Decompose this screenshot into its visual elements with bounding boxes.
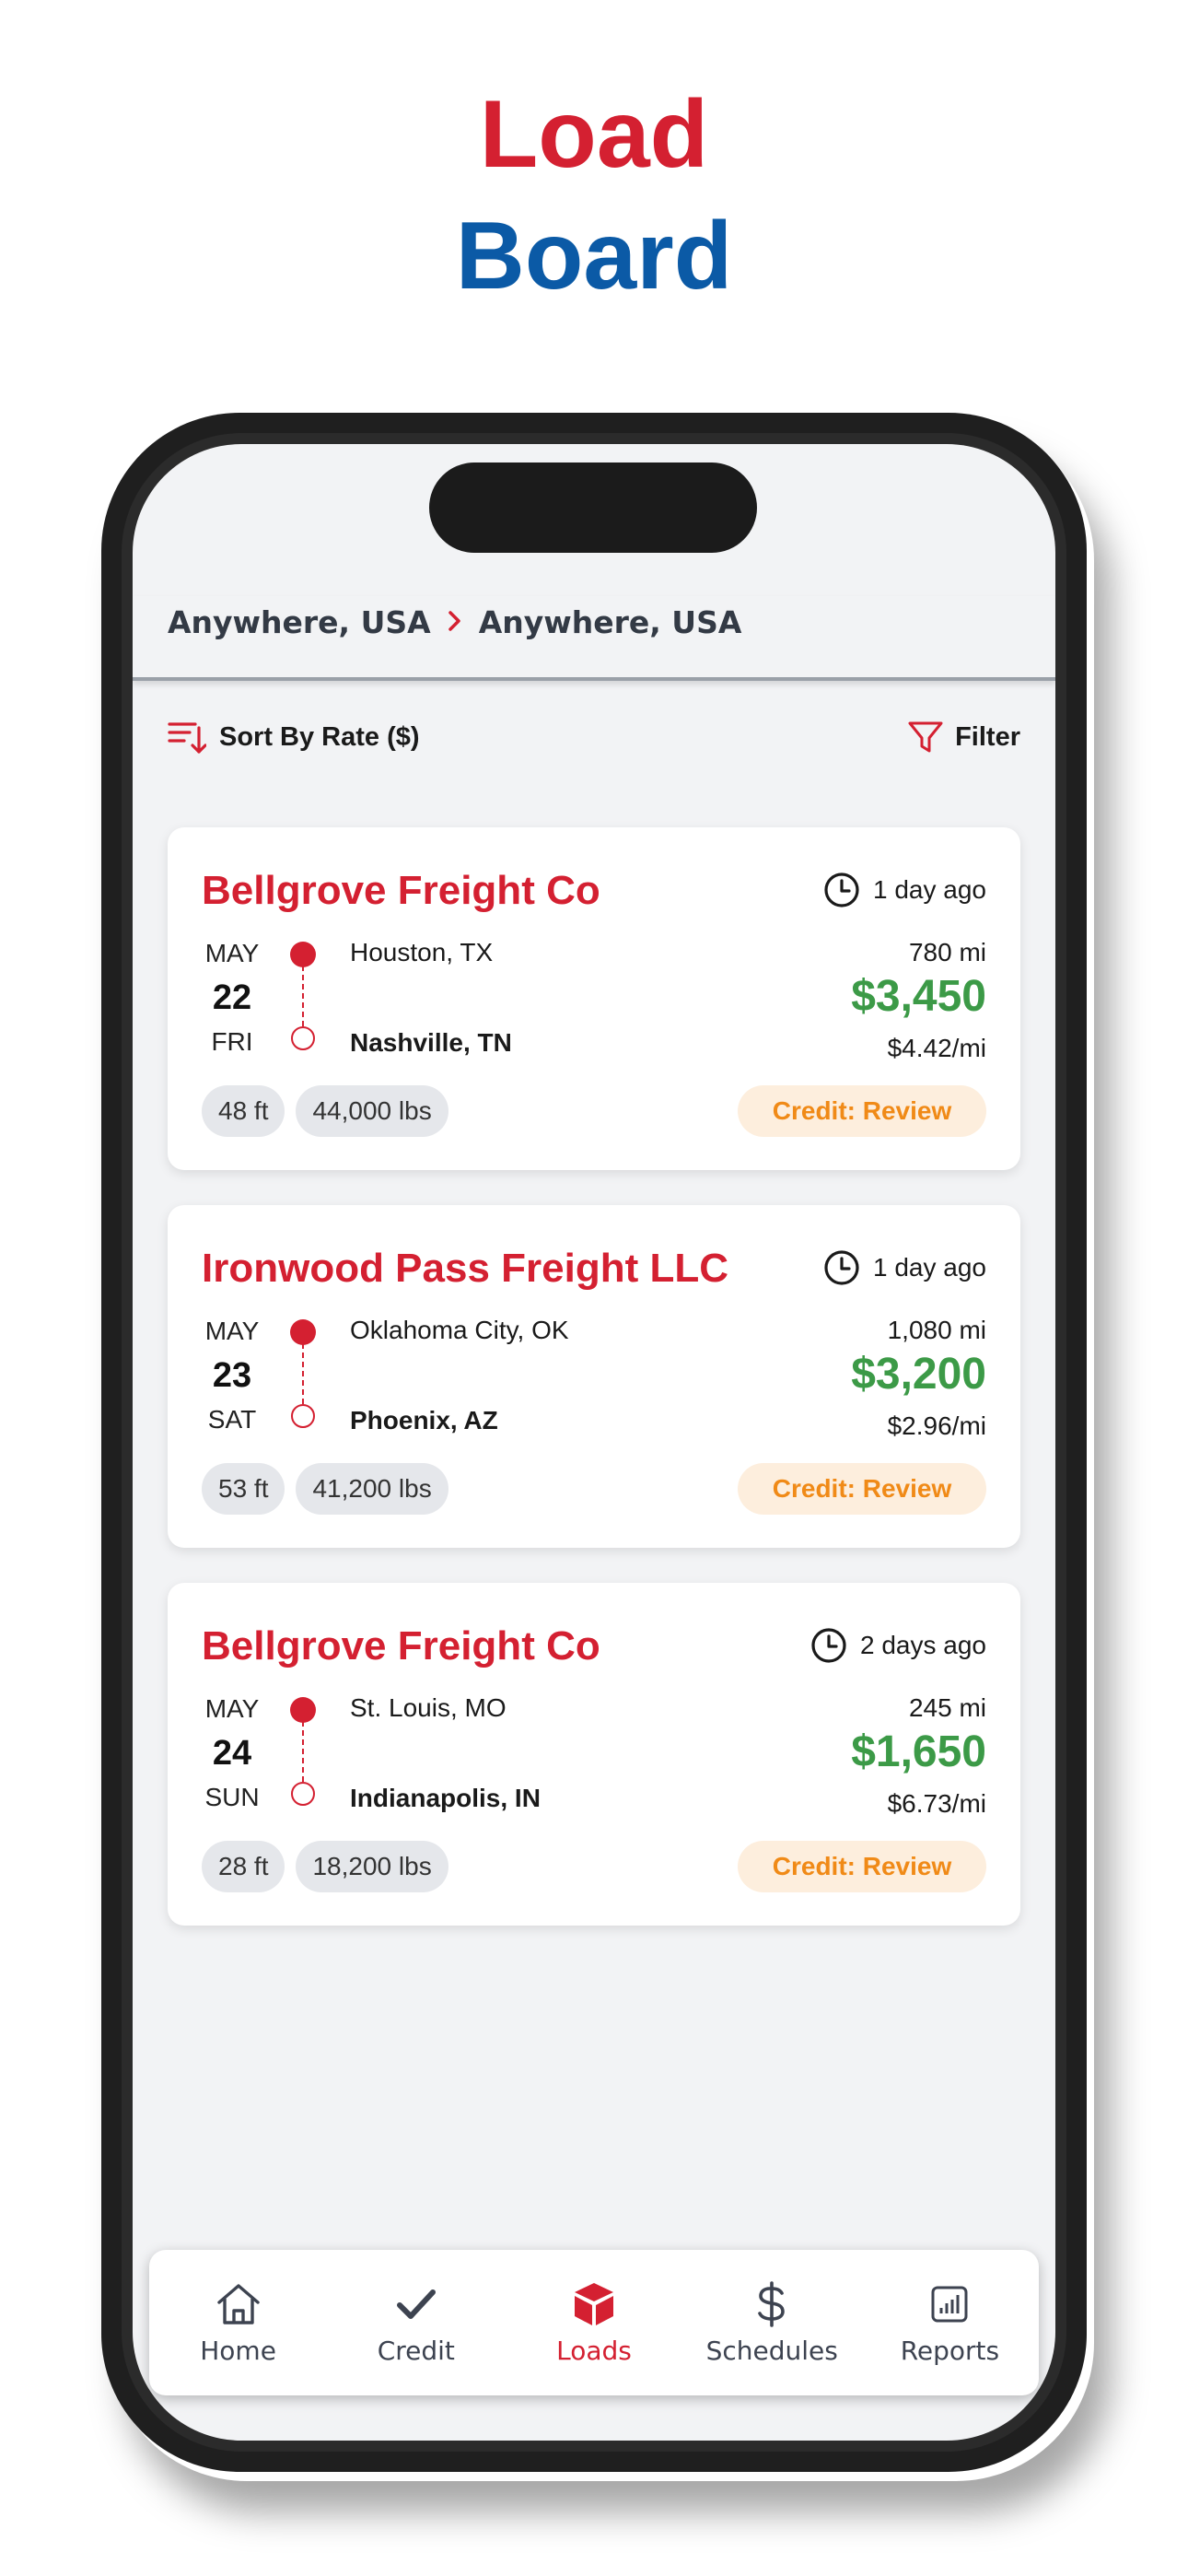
- route-destination: Anywhere, USA: [478, 603, 742, 640]
- rate-per-mile: $4.42/mi: [887, 1034, 986, 1062]
- rate-per-mile: $2.96/mi: [887, 1411, 986, 1440]
- dynamic-island: [429, 463, 757, 553]
- sort-label: Sort By Rate ($): [219, 721, 420, 752]
- nav-schedules-label: Schedules: [705, 2335, 838, 2366]
- equipment-chips: 48 ft 44,000 lbs: [202, 1085, 448, 1137]
- filter-icon: [907, 719, 944, 755]
- pickup-day: 24: [212, 1734, 252, 1773]
- posted-time: 2 days ago: [810, 1627, 986, 1664]
- app-screen: Anywhere, USA Anywhere, USA Sort By Rate…: [133, 444, 1055, 2441]
- destination-dot: [291, 1782, 315, 1806]
- credit-badge[interactable]: Credit: Review: [738, 1085, 986, 1137]
- clock-icon: [810, 1627, 847, 1664]
- posted-label: 2 days ago: [860, 1631, 986, 1659]
- headline: Load Board: [0, 74, 1188, 317]
- check-icon: [392, 2280, 440, 2328]
- origin-city: Oklahoma City, OK: [350, 1316, 569, 1344]
- nav-home-label: Home: [200, 2335, 276, 2366]
- bottom-nav: Home Credit Loads Schedules Reports: [149, 2250, 1039, 2395]
- nav-credit[interactable]: Credit: [327, 2250, 505, 2395]
- pickup-date: MAY 22 FRI: [202, 936, 262, 1060]
- posted-label: 1 day ago: [873, 1253, 986, 1282]
- load-card[interactable]: Bellgrove Freight Co 1 day ago MAY 22 FR…: [168, 827, 1020, 1170]
- destination-city: Indianapolis, IN: [350, 1784, 541, 1812]
- destination-city: Nashville, TN: [350, 1028, 512, 1057]
- pickup-date: MAY 23 SAT: [202, 1314, 262, 1437]
- dollar-icon: [748, 2280, 796, 2328]
- credit-badge[interactable]: Credit: Review: [738, 1463, 986, 1515]
- posted-time: 1 day ago: [823, 872, 986, 908]
- phone-frame: Anywhere, USA Anywhere, USA Sort By Rate…: [101, 413, 1087, 2472]
- rate: $1,650: [851, 1727, 986, 1776]
- pickup-month: MAY: [204, 939, 260, 967]
- home-icon: [215, 2280, 262, 2328]
- route-origin: Anywhere, USA: [168, 603, 431, 640]
- pickup-weekday: SUN: [204, 1783, 260, 1811]
- route-timeline: [289, 1314, 317, 1434]
- origin-dot: [290, 942, 316, 967]
- weight-chip: 41,200 lbs: [296, 1463, 448, 1515]
- route-line: [302, 1343, 304, 1404]
- carrier-name: Bellgrove Freight Co: [202, 1623, 600, 1669]
- posted-label: 1 day ago: [873, 875, 986, 904]
- headline-line-2: Board: [455, 203, 733, 310]
- filter-label: Filter: [955, 721, 1020, 752]
- nav-loads[interactable]: Loads: [505, 2250, 682, 2395]
- sort-button[interactable]: Sort By Rate ($): [168, 719, 420, 755]
- nav-home[interactable]: Home: [149, 2250, 327, 2395]
- carrier-name: Bellgrove Freight Co: [202, 868, 600, 913]
- chart-icon: [926, 2280, 973, 2328]
- origin-dot: [290, 1697, 316, 1723]
- toolbar: Sort By Rate ($) Filter: [133, 719, 1055, 774]
- destination-dot: [291, 1404, 315, 1428]
- rate-per-mile: $6.73/mi: [887, 1789, 986, 1818]
- nav-reports-label: Reports: [900, 2335, 1000, 2366]
- pickup-day: 22: [212, 978, 252, 1017]
- weight-chip: 44,000 lbs: [296, 1085, 448, 1137]
- route-timeline: [289, 936, 317, 1056]
- distance: 245 mi: [908, 1693, 986, 1722]
- route-timeline: [289, 1692, 317, 1811]
- posted-time: 1 day ago: [823, 1249, 986, 1286]
- nav-loads-label: Loads: [556, 2335, 632, 2366]
- origin-dot: [290, 1319, 316, 1345]
- equipment-chips: 28 ft 18,200 lbs: [202, 1841, 448, 1892]
- distance: 1,080 mi: [887, 1316, 986, 1344]
- credit-badge[interactable]: Credit: Review: [738, 1841, 986, 1892]
- destination-dot: [291, 1026, 315, 1050]
- sort-icon: [168, 719, 206, 755]
- equipment-chips: 53 ft 41,200 lbs: [202, 1463, 448, 1515]
- chevron-right-icon: [448, 603, 462, 640]
- clock-icon: [823, 872, 860, 908]
- pickup-weekday: SAT: [207, 1405, 257, 1434]
- carrier-name: Ironwood Pass Freight LLC: [202, 1246, 729, 1291]
- weight-chip: 18,200 lbs: [296, 1841, 448, 1892]
- clock-icon: [823, 1249, 860, 1286]
- length-chip: 48 ft: [202, 1085, 285, 1137]
- length-chip: 53 ft: [202, 1463, 285, 1515]
- length-chip: 28 ft: [202, 1841, 285, 1892]
- pickup-date: MAY 24 SUN: [202, 1692, 262, 1815]
- rate: $3,200: [851, 1350, 986, 1399]
- load-card[interactable]: Ironwood Pass Freight LLC 1 day ago MAY …: [168, 1205, 1020, 1548]
- pickup-day: 23: [212, 1356, 252, 1395]
- load-card[interactable]: Bellgrove Freight Co 2 days ago MAY 24 S…: [168, 1583, 1020, 1926]
- destination-city: Phoenix, AZ: [350, 1406, 498, 1434]
- box-icon: [570, 2280, 618, 2328]
- distance: 780 mi: [908, 938, 986, 966]
- nav-schedules[interactable]: Schedules: [683, 2250, 861, 2395]
- nav-reports[interactable]: Reports: [861, 2250, 1039, 2395]
- route-header[interactable]: Anywhere, USA Anywhere, USA: [133, 596, 1055, 681]
- pickup-weekday: FRI: [211, 1027, 253, 1056]
- rate: $3,450: [851, 972, 986, 1021]
- headline-line-1: Load: [479, 81, 709, 188]
- origin-city: St. Louis, MO: [350, 1693, 507, 1722]
- filter-button[interactable]: Filter: [907, 719, 1020, 755]
- route-line: [302, 966, 304, 1026]
- pickup-month: MAY: [204, 1317, 260, 1345]
- route-line: [302, 1721, 304, 1782]
- pickup-month: MAY: [204, 1694, 260, 1723]
- origin-city: Houston, TX: [350, 938, 494, 966]
- nav-credit-label: Credit: [377, 2335, 455, 2366]
